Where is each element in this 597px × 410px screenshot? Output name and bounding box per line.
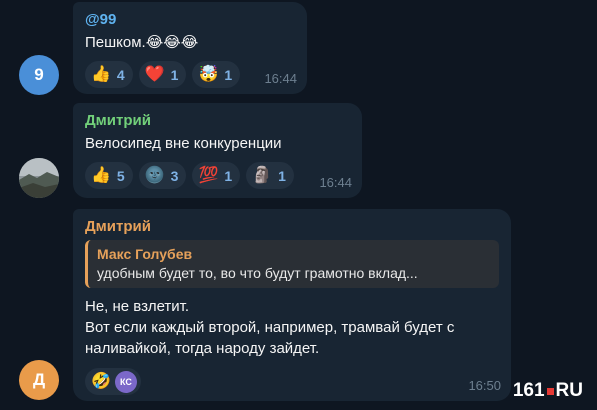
reaction-count: 3 — [170, 167, 179, 184]
watermark-ru: RU — [555, 380, 583, 401]
message-bubble[interactable]: Дмитрий Макс Голубев удобным будет то, в… — [73, 209, 511, 401]
thumbs-up-icon: 👍 — [91, 166, 111, 184]
landscape-photo-icon — [19, 158, 59, 198]
message-text: Велосипед вне конкуренции — [85, 135, 282, 152]
hundred-points-icon: 💯 — [198, 166, 219, 184]
reactions: 🤣 КС — [85, 368, 499, 395]
reaction-count: 4 — [116, 66, 125, 83]
reaction-new-moon-face[interactable]: 🌚 3 — [138, 162, 187, 189]
watermark-number: 161 — [512, 380, 545, 401]
quote-text: удобным будет то, во что будут грамотно … — [97, 265, 418, 281]
reaction-thumbs-up[interactable]: 👍 5 — [85, 162, 133, 189]
reaction-count: 1 — [278, 167, 286, 184]
message-author[interactable]: Дмитрий — [85, 112, 350, 130]
reaction-thumbs-up[interactable]: 👍 4 — [85, 61, 133, 88]
message-author[interactable]: Дмитрий — [85, 218, 499, 236]
reaction-exploding-head[interactable]: 🤯 1 — [192, 61, 241, 88]
message-text-line: Вот если каждый второй, например, трамва… — [85, 319, 455, 357]
message-time: 16:50 — [468, 378, 501, 393]
reaction-count: 1 — [224, 167, 233, 184]
message-text-line: Не, не взлетит. — [85, 298, 190, 315]
thumbs-up-icon: 👍 — [91, 65, 111, 83]
moai-icon: 🗿 — [252, 166, 273, 184]
reactions: 👍 5 🌚 3 💯 1 🗿 1 — [85, 162, 350, 189]
message-time: 16:44 — [264, 71, 297, 86]
reaction-hundred[interactable]: 💯 1 — [192, 162, 241, 189]
red-square-icon — [546, 387, 554, 395]
reply-quote[interactable]: Макс Голубев удобным будет то, во что бу… — [85, 240, 499, 288]
reaction-count: 5 — [116, 167, 125, 184]
message-time: 16:44 — [319, 175, 352, 190]
avatar[interactable]: 9 — [19, 55, 59, 95]
reactor-avatar: КС — [114, 370, 137, 393]
heart-icon: ❤️ — [144, 65, 165, 83]
message-bubble[interactable]: Дмитрий Велосипед вне конкуренции 👍 5 🌚 … — [73, 103, 362, 198]
new-moon-face-icon: 🌚 — [144, 166, 165, 184]
avatar[interactable]: Д — [19, 360, 59, 400]
message-bubble[interactable]: @99 Пешком.😂😂😂 👍 4 ❤️ 1 🤯 1 16:44 — [73, 2, 307, 94]
quote-author: Макс Голубев — [97, 246, 193, 262]
reaction-count: 1 — [170, 66, 179, 83]
message-author[interactable]: @99 — [85, 11, 295, 29]
reaction-heart[interactable]: ❤️ 1 — [138, 61, 187, 88]
watermark-logo: 161 RU — [513, 380, 583, 402]
avatar[interactable] — [19, 158, 59, 198]
reaction-count: 1 — [224, 66, 233, 83]
reaction-rofl[interactable]: 🤣 КС — [85, 368, 141, 395]
exploding-head-icon: 🤯 — [198, 65, 219, 83]
rofl-icon: 🤣 — [91, 372, 111, 390]
message-text: Пешком.😂😂😂 — [85, 34, 199, 51]
reaction-moai[interactable]: 🗿 1 — [246, 162, 294, 189]
